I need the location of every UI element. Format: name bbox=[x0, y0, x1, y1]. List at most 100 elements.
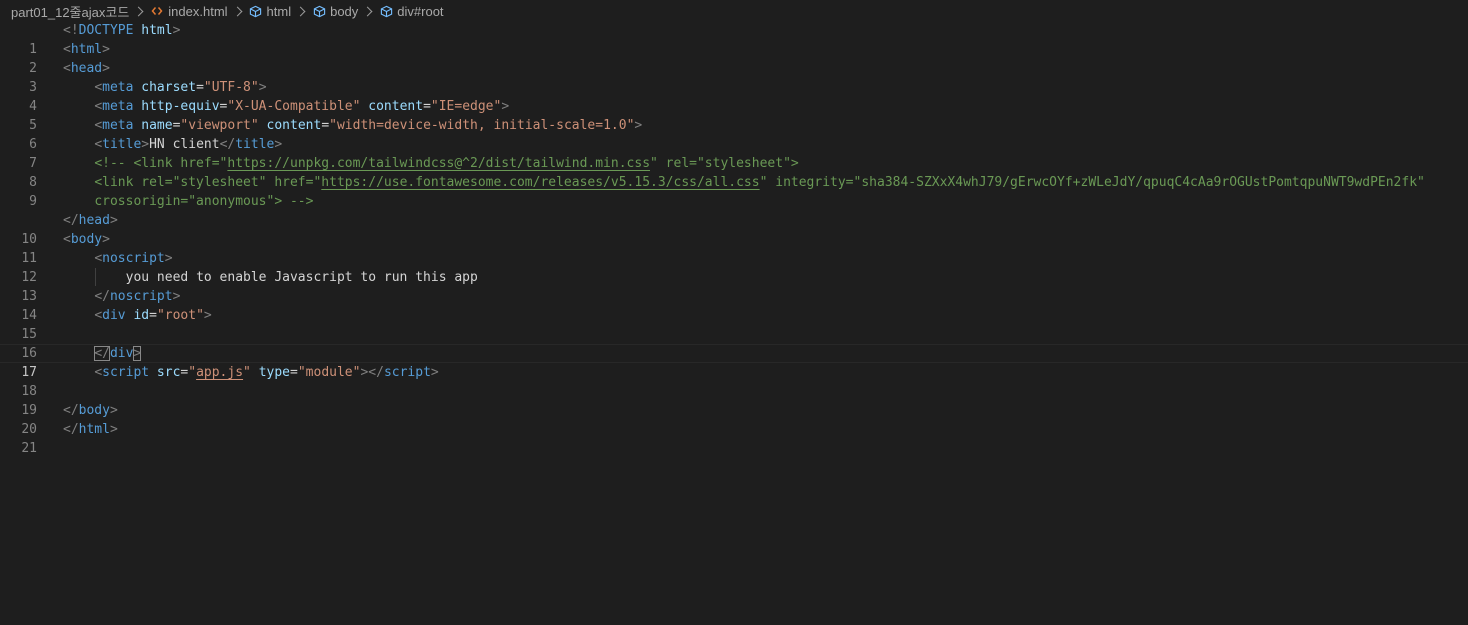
breadcrumb-symbol-root[interactable]: div#root bbox=[379, 4, 444, 19]
code-line[interactable]: 2 <html> bbox=[0, 40, 1468, 76]
src-link[interactable]: app.js bbox=[196, 365, 243, 380]
code-line[interactable]: 12 <noscript> bbox=[0, 249, 1468, 286]
token: < bbox=[63, 42, 71, 57]
token: html bbox=[78, 422, 110, 437]
line-content: <meta http-equiv = "X-UA-Compatible" conte… bbox=[63, 97, 509, 116]
token: < bbox=[94, 137, 103, 152]
token: > bbox=[109, 422, 118, 437]
token: "UTF-8" bbox=[203, 80, 259, 95]
token: </ bbox=[63, 213, 79, 228]
line-content: <div id="root"> bbox=[63, 306, 212, 325]
comment-token: <link rel="stylesheet" href=" bbox=[94, 175, 322, 190]
token: = bbox=[196, 80, 204, 95]
code-line[interactable]: 11 <body> bbox=[0, 230, 1468, 266]
token: head bbox=[78, 213, 110, 228]
breadcrumb-file[interactable]: index.html bbox=[150, 4, 228, 19]
code-line[interactable]: 3 <head> bbox=[0, 59, 1468, 95]
code-line[interactable]: 14 </noscript> bbox=[0, 287, 1468, 323]
code-line-current[interactable]: 17 </div> bbox=[0, 344, 1468, 380]
line-content: crossorigin="anonymous"> --> bbox=[63, 192, 313, 211]
line-content: <script src="app.js" type="module"></scr… bbox=[63, 363, 439, 382]
token: < bbox=[94, 118, 103, 133]
breadcrumb-folder-label: part01_12줄ajax코드 bbox=[11, 4, 130, 20]
token: < bbox=[94, 80, 103, 95]
line-content: </html> bbox=[63, 420, 118, 439]
line-number: 21 bbox=[21, 441, 37, 456]
code-line[interactable]: 15 <div id="root"> bbox=[0, 306, 1468, 342]
code-line[interactable]: 4 <meta charset="UTF-8"> bbox=[0, 78, 1468, 114]
matched-bracket: </ bbox=[94, 346, 110, 361]
cube-icon bbox=[379, 4, 393, 18]
code-line[interactable]: 6 <meta name="viewport" content="width=d… bbox=[0, 116, 1468, 152]
chevron-right-icon bbox=[295, 6, 306, 16]
chevron-right-icon bbox=[133, 6, 144, 16]
token: src bbox=[149, 365, 181, 380]
code-line[interactable]: 18 <script src="app.js" type="module"></… bbox=[0, 363, 1468, 399]
token: > bbox=[172, 289, 181, 304]
line-content: <title>HN client</title> bbox=[63, 135, 282, 154]
code-line[interactable]: 10 </head> bbox=[0, 211, 1468, 247]
line-content: <head> bbox=[63, 59, 110, 78]
code-line[interactable]: 1 <!DOCTYPE html> bbox=[0, 21, 1468, 57]
code-line[interactable]: 5 <meta http-equiv="X-UA-Compatible" con… bbox=[0, 97, 1468, 133]
breadcrumb-folder[interactable]: part01_12줄ajax코드 bbox=[11, 2, 129, 21]
token: HN client bbox=[149, 137, 220, 152]
line-content: </div> bbox=[63, 344, 142, 363]
code-line[interactable]: 21 </html> bbox=[0, 420, 1468, 456]
code-editor[interactable]: part01_12줄ajax코드 index.html html body di… bbox=[0, 0, 1468, 625]
breadcrumb-symbol-body[interactable]: body bbox=[312, 4, 358, 19]
token: < bbox=[63, 232, 71, 247]
code-line[interactable]: 16 bbox=[0, 325, 1468, 361]
token: </ bbox=[63, 422, 79, 437]
token: meta bbox=[102, 118, 134, 133]
code-line[interactable]: 13 you need to enable Javascript to run … bbox=[0, 268, 1468, 304]
token: > bbox=[164, 251, 173, 266]
line-content: <!DOCTYPE html> bbox=[63, 21, 180, 40]
line-content: </head> bbox=[63, 211, 118, 230]
code-line-wrapped[interactable]: crossorigin="anonymous"> --> bbox=[0, 192, 1468, 211]
token: charset bbox=[133, 80, 197, 95]
code-line[interactable]: 8 <!-- <link href="https://unpkg.com/tai… bbox=[0, 154, 1468, 190]
token: < bbox=[94, 251, 103, 266]
cube-icon bbox=[312, 4, 326, 18]
token: < bbox=[94, 99, 103, 114]
code-line[interactable]: 7 <title>HN client</title> bbox=[0, 135, 1468, 171]
token: head bbox=[70, 61, 103, 76]
code-line[interactable]: 19 bbox=[0, 382, 1468, 418]
token: </ bbox=[219, 137, 236, 152]
token: " bbox=[243, 365, 251, 380]
chevron-right-icon bbox=[362, 6, 373, 16]
token: meta bbox=[102, 99, 134, 114]
line-content: <html> bbox=[63, 40, 110, 59]
comment-link[interactable]: https://use.fontawesome.com/releases/v5.… bbox=[321, 175, 759, 190]
code-line[interactable]: 9 <link rel="stylesheet" href="https://u… bbox=[0, 173, 1468, 209]
chevron-right-icon bbox=[232, 6, 242, 16]
comment-token: " rel="stylesheet"> bbox=[650, 156, 799, 171]
token: > bbox=[102, 61, 110, 76]
token: </ bbox=[63, 403, 79, 418]
token: < bbox=[94, 365, 103, 380]
token: = bbox=[149, 308, 157, 323]
token: "X-UA-Compatible" bbox=[227, 99, 361, 114]
token: > bbox=[203, 308, 212, 323]
token: < bbox=[94, 308, 103, 323]
breadcrumb-symbol-html[interactable]: html bbox=[249, 3, 292, 19]
comment-link[interactable]: https://unpkg.com/tailwindcss@^2/dist/ta… bbox=[227, 156, 650, 171]
breadcrumb-symbol-label: html bbox=[266, 3, 292, 19]
token: > bbox=[430, 365, 439, 380]
token: > bbox=[634, 118, 643, 133]
token: name bbox=[133, 118, 173, 133]
breadcrumb-symbol-label: body bbox=[330, 3, 359, 19]
line-content: </body> bbox=[63, 401, 118, 420]
token: meta bbox=[102, 80, 134, 95]
line-content: </noscript> bbox=[63, 287, 180, 306]
code-line[interactable]: 20 </body> bbox=[0, 401, 1468, 437]
token: > bbox=[109, 213, 118, 228]
code-lines[interactable]: 1 <!DOCTYPE html> 2 <html> 3 <head> 4 <m… bbox=[0, 21, 1468, 456]
